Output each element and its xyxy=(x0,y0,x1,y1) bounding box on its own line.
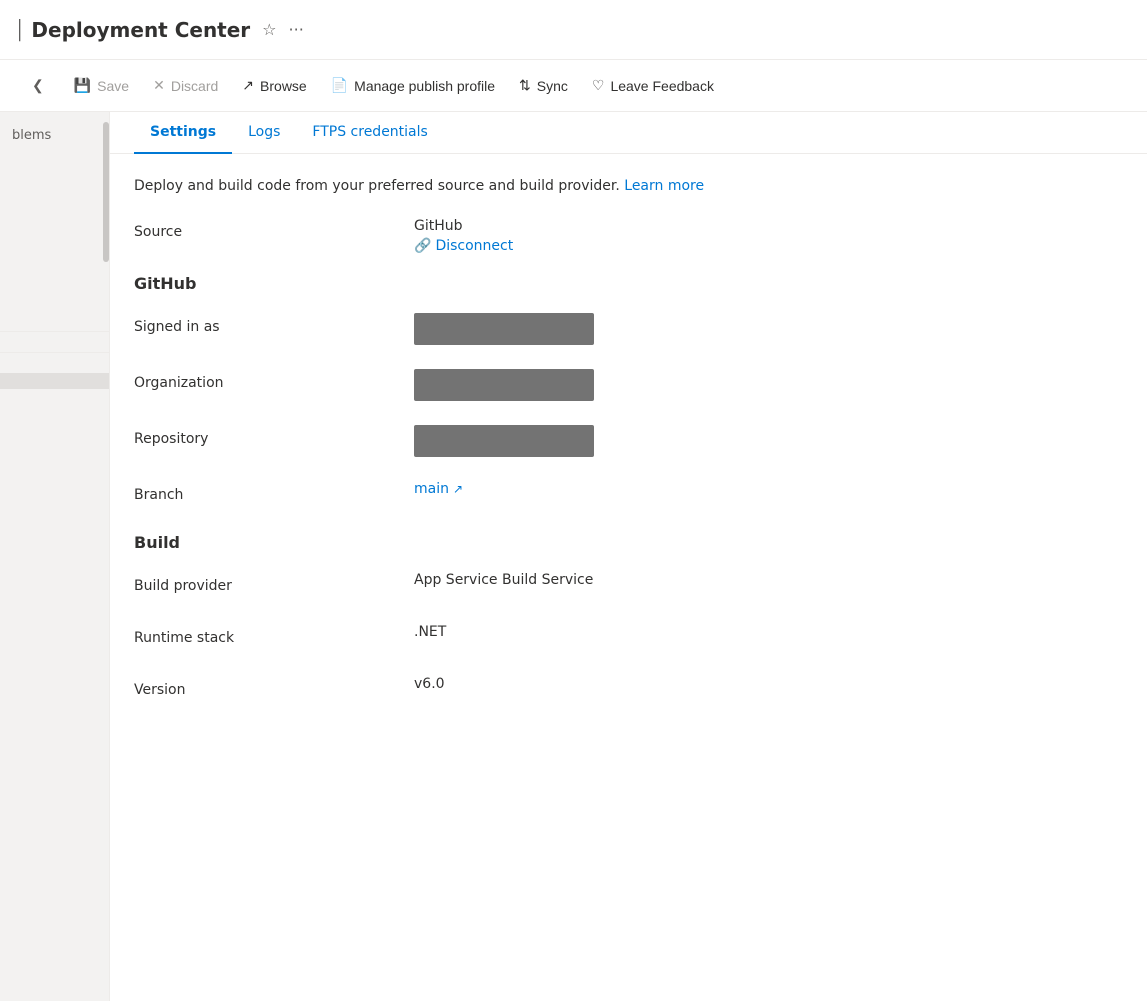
save-label: Save xyxy=(97,78,129,94)
sync-label: Sync xyxy=(537,78,568,94)
scroll-indicator xyxy=(103,122,109,262)
source-row: Source GitHub 🔗 Disconnect xyxy=(134,218,1123,254)
external-link-icon: ↗ xyxy=(453,482,463,496)
toolbar: ❮ 💾 Save ✕ Discard ↗ Browse 📄 Manage pub… xyxy=(0,60,1147,112)
title-area: | Deployment Center ☆ ··· xyxy=(16,17,304,42)
github-section-header: GitHub xyxy=(134,274,1123,293)
organization-placeholder xyxy=(414,369,594,401)
browse-label: Browse xyxy=(260,78,307,94)
source-label: Source xyxy=(134,218,414,240)
page-title: Deployment Center xyxy=(31,18,250,42)
build-section-header: Build xyxy=(134,533,1123,552)
repository-placeholder xyxy=(414,425,594,457)
tab-logs[interactable]: Logs xyxy=(232,112,296,154)
branch-row: Branch main ↗ xyxy=(134,481,1123,513)
repository-value xyxy=(414,425,1123,461)
browse-button[interactable]: ↗ Browse xyxy=(232,71,316,100)
version-label: Version xyxy=(134,676,414,698)
collapse-sidebar-button[interactable]: ❮ xyxy=(24,73,52,98)
organization-value xyxy=(414,369,1123,405)
manage-publish-label: Manage publish profile xyxy=(354,78,495,94)
organization-row: Organization xyxy=(134,369,1123,405)
organization-label: Organization xyxy=(134,369,414,391)
version-value: v6.0 xyxy=(414,676,1123,692)
sidebar-item-active[interactable] xyxy=(0,373,109,389)
main-layout: blems Settings Logs FTPS credentials Dep… xyxy=(0,112,1147,1001)
discard-label: Discard xyxy=(171,78,218,94)
discard-button[interactable]: ✕ Discard xyxy=(143,71,228,100)
feedback-icon: ♡ xyxy=(592,77,605,94)
tab-settings[interactable]: Settings xyxy=(134,112,232,154)
repository-label: Repository xyxy=(134,425,414,447)
signed-in-as-row: Signed in as xyxy=(134,313,1123,349)
favorite-icon[interactable]: ☆ xyxy=(262,20,276,39)
source-value: GitHub 🔗 Disconnect xyxy=(414,218,1123,254)
tab-ftps-credentials[interactable]: FTPS credentials xyxy=(296,112,443,154)
version-row: Version v6.0 xyxy=(134,676,1123,708)
save-icon: 💾 xyxy=(74,77,91,94)
branch-label: Branch xyxy=(134,481,414,503)
build-provider-label: Build provider xyxy=(134,572,414,594)
settings-content: Deploy and build code from your preferre… xyxy=(110,154,1147,752)
source-value-text: GitHub xyxy=(414,218,1123,234)
signed-in-as-label: Signed in as xyxy=(134,313,414,335)
main-content: Settings Logs FTPS credentials Deploy an… xyxy=(110,112,1147,1001)
runtime-stack-label: Runtime stack xyxy=(134,624,414,646)
signed-in-as-value xyxy=(414,313,1123,349)
build-provider-value: App Service Build Service xyxy=(414,572,1123,588)
branch-value-text: main xyxy=(414,481,449,497)
leave-feedback-label: Leave Feedback xyxy=(610,78,714,94)
sync-icon: ⇅ xyxy=(519,77,531,94)
manage-publish-button[interactable]: 📄 Manage publish profile xyxy=(321,71,505,100)
branch-value: main ↗ xyxy=(414,481,1123,497)
sidebar: blems xyxy=(0,112,110,1001)
sidebar-content: blems xyxy=(0,112,109,397)
save-button[interactable]: 💾 Save xyxy=(64,71,139,100)
collapse-area: ❮ xyxy=(16,73,60,98)
leave-feedback-button[interactable]: ♡ Leave Feedback xyxy=(582,71,724,100)
build-provider-row: Build provider App Service Build Service xyxy=(134,572,1123,604)
tabs-bar: Settings Logs FTPS credentials xyxy=(110,112,1147,154)
manage-publish-icon: 📄 xyxy=(331,77,348,94)
signed-in-as-placeholder xyxy=(414,313,594,345)
disconnect-icon: 🔗 xyxy=(414,238,431,254)
repository-row: Repository xyxy=(134,425,1123,461)
chevron-left-icon: ❮ xyxy=(32,77,44,93)
disconnect-link[interactable]: 🔗 Disconnect xyxy=(414,238,1123,254)
runtime-stack-row: Runtime stack .NET xyxy=(134,624,1123,656)
branch-link[interactable]: main ↗ xyxy=(414,481,1123,497)
discard-icon: ✕ xyxy=(153,77,165,94)
more-options-icon[interactable]: ··· xyxy=(289,20,304,39)
description-text: Deploy and build code from your preferre… xyxy=(134,178,1123,194)
sidebar-item-problems: blems xyxy=(0,120,109,151)
browse-icon: ↗ xyxy=(242,77,254,94)
sync-button[interactable]: ⇅ Sync xyxy=(509,71,578,100)
page-header: | Deployment Center ☆ ··· xyxy=(0,0,1147,60)
runtime-stack-value: .NET xyxy=(414,624,1123,640)
header-pipe: | xyxy=(16,17,23,42)
learn-more-link[interactable]: Learn more xyxy=(624,178,704,194)
